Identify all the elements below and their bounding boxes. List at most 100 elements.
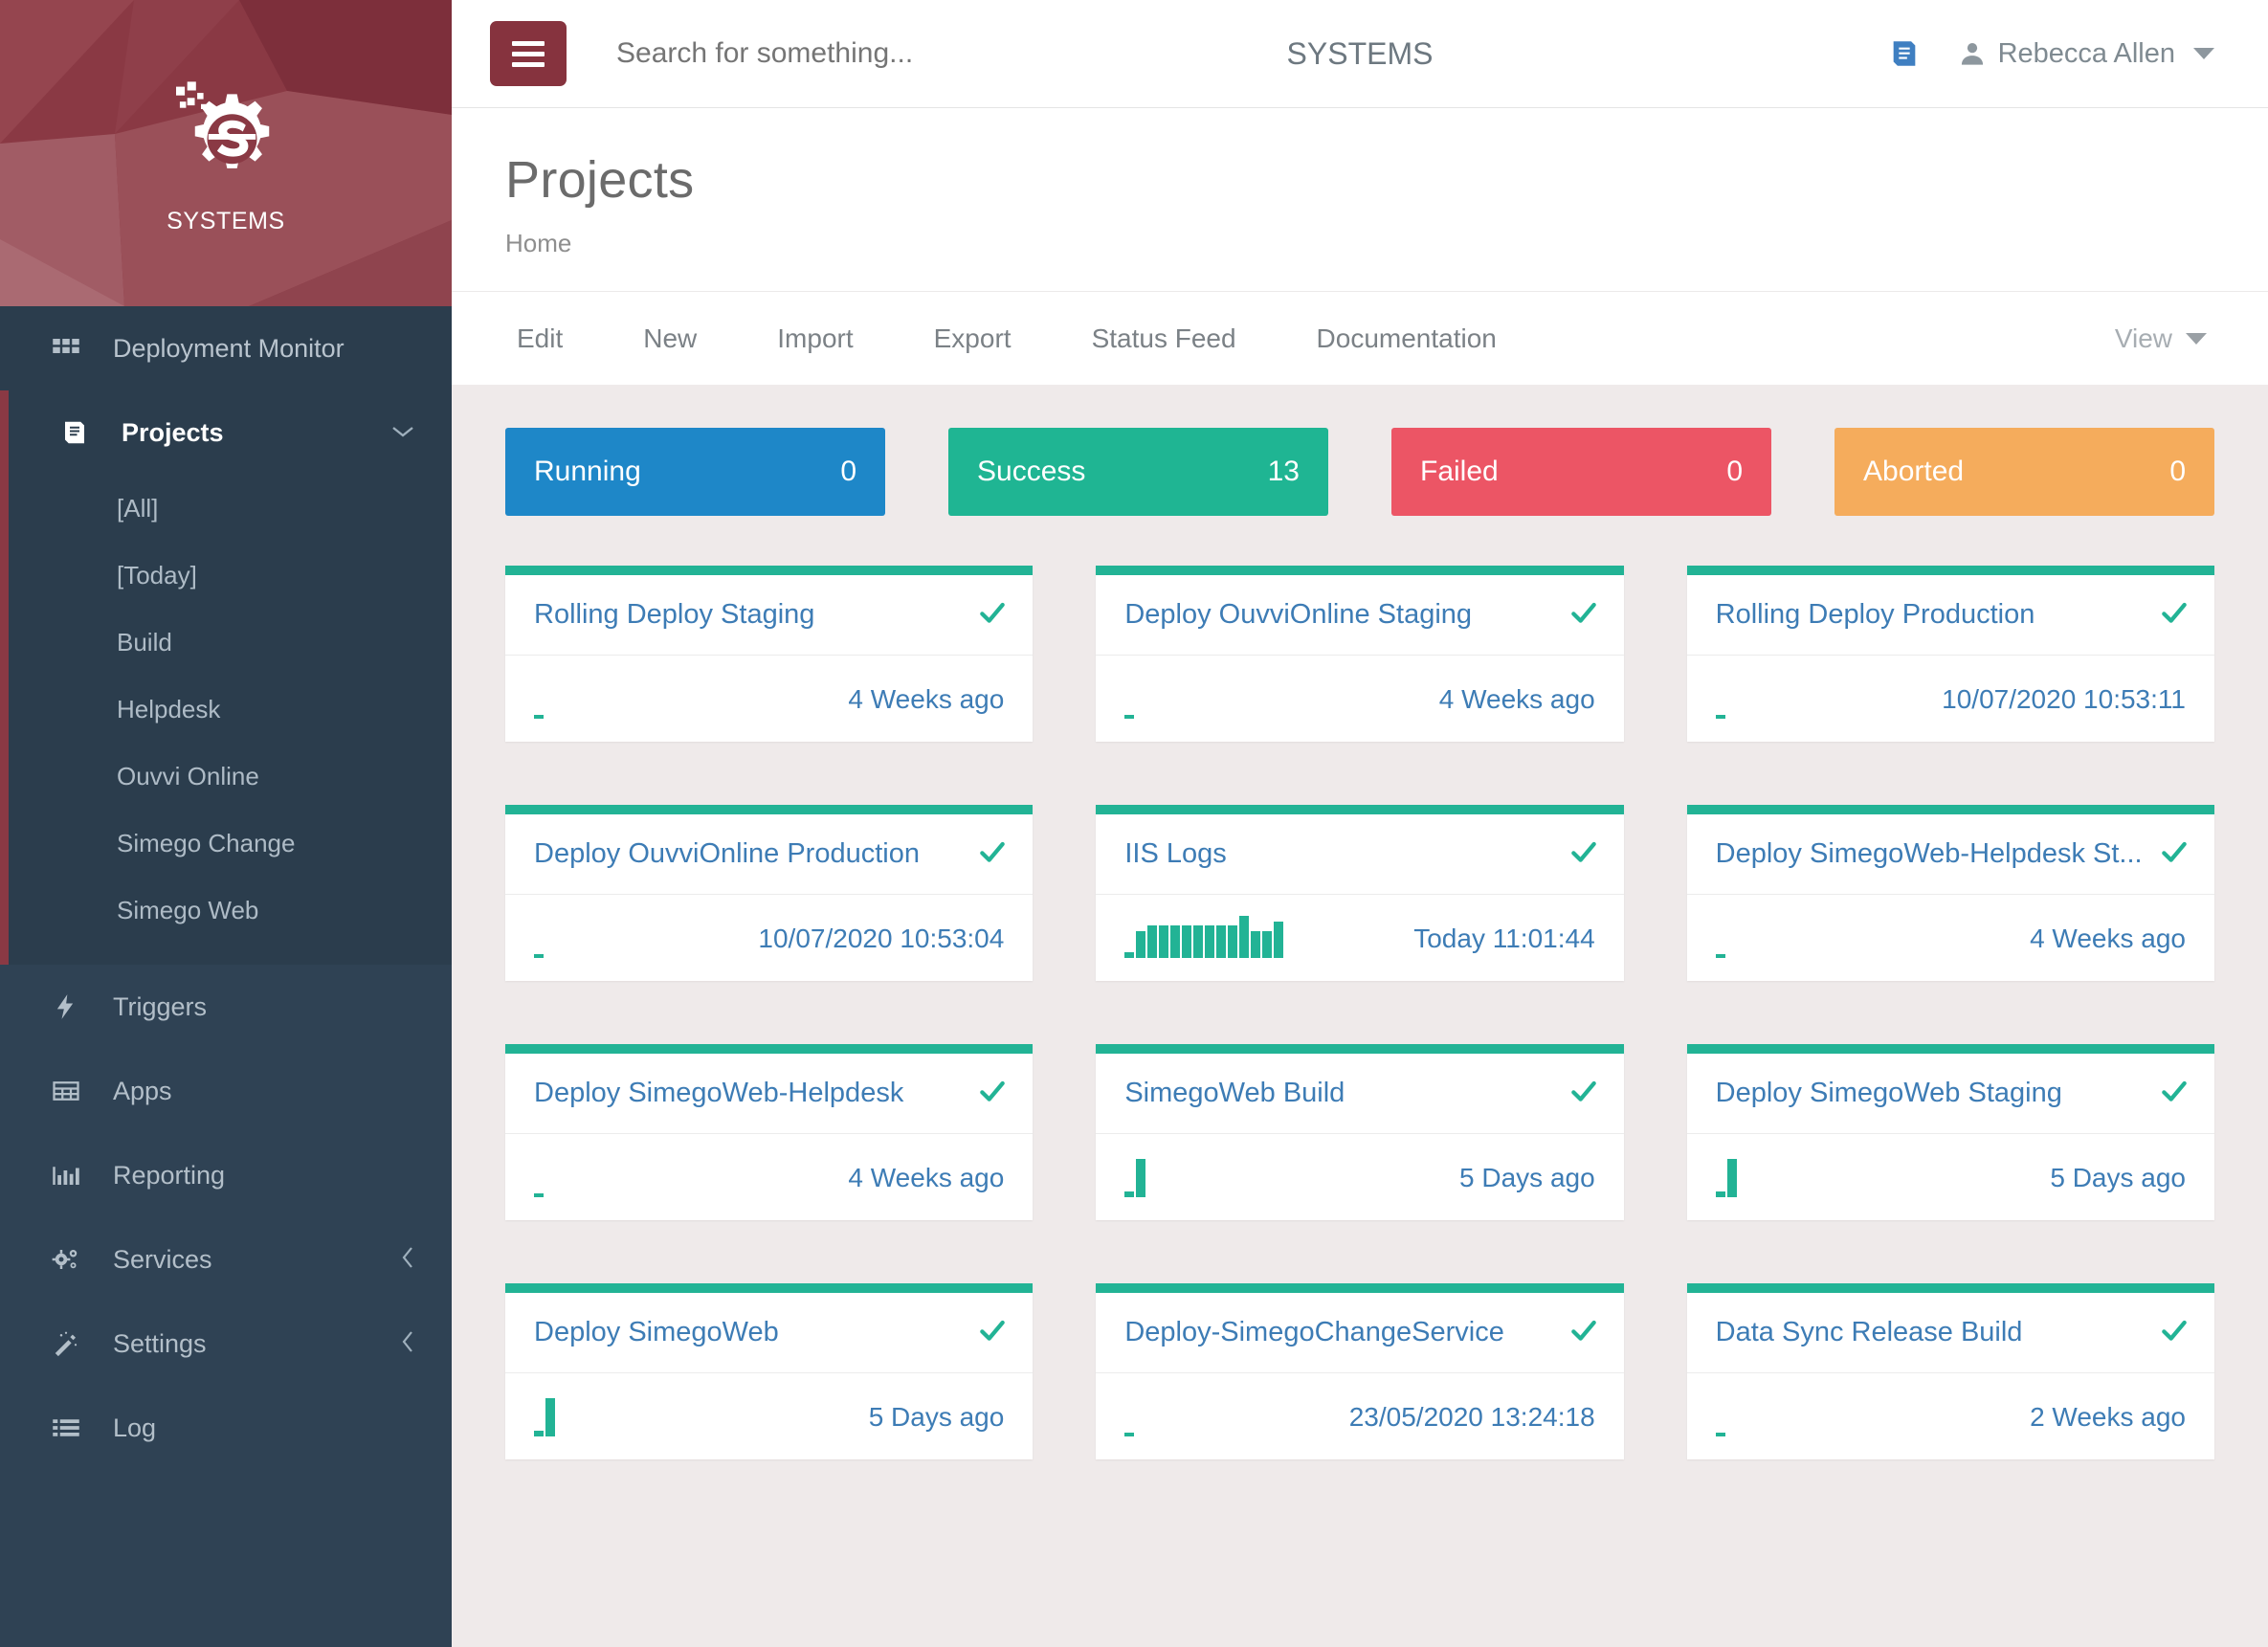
project-card-title[interactable]: Deploy OuvviOnline Staging [1124, 599, 1568, 631]
hamburger-menu-button[interactable] [490, 21, 567, 86]
toolbar-item-export[interactable]: Export [894, 323, 1052, 354]
gears-icon [52, 1245, 94, 1274]
chevron-down-icon[interactable] [390, 422, 415, 443]
sidebar-item-projects[interactable]: Projects [9, 390, 452, 475]
project-card-timestamp: 4 Weeks ago [848, 684, 1005, 714]
project-card-title[interactable]: Data Sync Release Build [1716, 1317, 2159, 1348]
sidebar-subitem-build[interactable]: Build [9, 609, 452, 676]
project-card-timestamp: 10/07/2020 10:53:11 [1942, 684, 2186, 714]
sparkline-chart [1715, 1151, 1737, 1197]
project-card-body: 10/07/2020 10:53:11 [1687, 656, 2214, 742]
check-icon [2159, 836, 2190, 872]
check-icon [977, 1076, 1008, 1111]
view-dropdown-label: View [2114, 323, 2172, 353]
sidebar-item-reporting[interactable]: Reporting [0, 1133, 452, 1217]
chevron-down-icon [2193, 48, 2214, 59]
sidebar-item-triggers[interactable]: Triggers [0, 965, 452, 1049]
check-icon [977, 597, 1008, 633]
sparkline-chart [534, 673, 544, 719]
chevron-left-icon[interactable] [400, 1329, 415, 1358]
sidebar-subitem-simego-web[interactable]: Simego Web [9, 877, 452, 944]
project-card[interactable]: Deploy OuvviOnline Staging 4 Weeks ago [1096, 566, 1624, 742]
project-card-header: IIS Logs [1096, 814, 1624, 895]
status-tiles: Running 0 Success 13 Failed 0 Aborted 0 [505, 428, 2214, 516]
sidebar-item-label: Log [113, 1413, 157, 1442]
sparkline-chart [1124, 1151, 1146, 1197]
project-card-header: Deploy SimegoWeb Staging [1686, 1054, 2214, 1134]
sidebar-subitem-today[interactable]: [Today] [9, 542, 452, 609]
project-card[interactable]: SimegoWeb Build 5 Days ago [1096, 1044, 1624, 1220]
project-card-title[interactable]: Rolling Deploy Staging [534, 599, 977, 631]
toolbar-item-edit[interactable]: Edit [505, 323, 603, 354]
project-card-header: Deploy SimegoWeb-Helpdesk St... [1686, 814, 2214, 895]
sidebar-item-apps[interactable]: Apps [0, 1049, 452, 1133]
chevron-left-icon[interactable] [400, 1245, 415, 1274]
project-card-title[interactable]: Deploy SimegoWeb-Helpdesk St... [1716, 838, 2159, 870]
sidebar-item-log[interactable]: Log [0, 1386, 452, 1470]
project-card-header: Deploy OuvviOnline Production [505, 814, 1034, 895]
project-card-timestamp: 10/07/2020 10:53:04 [758, 924, 1005, 953]
sidebar-item-services[interactable]: Services [0, 1217, 452, 1302]
project-card[interactable]: Deploy SimegoWeb Staging 5 Days ago [1686, 1044, 2214, 1220]
sparkline-chart [534, 1151, 544, 1197]
project-card-title[interactable]: IIS Logs [1124, 838, 1568, 870]
sidebar-subitem-all[interactable]: [All] [9, 475, 452, 542]
sidebar-item-label: Reporting [113, 1160, 226, 1190]
project-card[interactable]: Deploy SimegoWeb-Helpdesk 4 Weeks ago [505, 1044, 1034, 1220]
project-card-title[interactable]: SimegoWeb Build [1124, 1078, 1568, 1109]
project-card-title[interactable]: Deploy-SimegoChangeService [1124, 1317, 1568, 1348]
status-tile-aborted[interactable]: Aborted 0 [1834, 428, 2214, 516]
status-tile-count: 0 [1726, 456, 1743, 487]
check-icon [2159, 597, 2190, 633]
sparkline-chart [1124, 912, 1284, 958]
grid-icon [52, 334, 94, 363]
chevron-down-icon [2186, 332, 2207, 345]
gear-s-logo-icon [176, 80, 270, 168]
status-tile-count: 0 [2169, 456, 2186, 487]
project-card[interactable]: Rolling Deploy Staging 4 Weeks ago [505, 566, 1034, 742]
project-card-title[interactable]: Deploy OuvviOnline Production [534, 838, 977, 870]
status-tile-count: 13 [1267, 456, 1300, 487]
user-menu[interactable]: Rebecca Allen [1959, 38, 2214, 70]
sidebar-item-deployment-monitor[interactable]: Deployment Monitor [0, 306, 452, 390]
sidebar-subitem-ouvvi-online[interactable]: Ouvvi Online [9, 743, 452, 810]
search-input[interactable] [616, 37, 1133, 70]
project-card[interactable]: Deploy SimegoWeb-Helpdesk St... 4 Weeks a… [1686, 805, 2214, 981]
view-dropdown[interactable]: View [2115, 323, 2214, 354]
project-card-body: 23/05/2020 13:24:18 [1096, 1373, 1623, 1459]
sidebar-item-label: Projects [122, 417, 224, 447]
breadcrumb[interactable]: Home [505, 229, 2214, 258]
check-icon [1568, 836, 1599, 872]
project-card[interactable]: Data Sync Release Build 2 Weeks ago [1686, 1283, 2214, 1459]
project-card[interactable]: Deploy SimegoWeb 5 Days ago [505, 1283, 1034, 1459]
page-header: Projects Home [452, 108, 2268, 291]
project-card[interactable]: IIS Logs Today 11:01:44 [1096, 805, 1624, 981]
project-card[interactable]: Deploy-SimegoChangeService 23/05/2020 13:… [1096, 1283, 1624, 1459]
toolbar-item-documentation[interactable]: Documentation [1277, 323, 1537, 354]
project-card-timestamp: Today 11:01:44 [1413, 924, 1595, 953]
sparkline-chart [1715, 673, 1725, 719]
toolbar-item-status-feed[interactable]: Status Feed [1052, 323, 1277, 354]
table-icon [52, 1077, 94, 1105]
sidebar-subitem-helpdesk[interactable]: Helpdesk [9, 676, 452, 743]
status-tile-failed[interactable]: Failed 0 [1391, 428, 1771, 516]
project-card-title[interactable]: Rolling Deploy Production [1716, 599, 2159, 631]
book-icon[interactable] [1888, 37, 1921, 70]
project-card-timestamp: 4 Weeks ago [1438, 684, 1595, 714]
status-tile-label: Aborted [1863, 456, 1965, 487]
project-card-body: 4 Weeks ago [1096, 656, 1623, 742]
project-card[interactable]: Deploy OuvviOnline Production 10/07/2020 … [505, 805, 1034, 981]
sidebar-subitem-label: [Today] [117, 560, 197, 590]
brand-header[interactable]: SYSTEMS [0, 0, 452, 306]
sidebar-item-label: Services [113, 1244, 212, 1274]
project-card[interactable]: Rolling Deploy Production 10/07/2020 10:5… [1686, 566, 2214, 742]
sidebar-subitem-simego-change[interactable]: Simego Change [9, 810, 452, 877]
project-card-title[interactable]: Deploy SimegoWeb [534, 1317, 977, 1348]
project-card-title[interactable]: Deploy SimegoWeb-Helpdesk [534, 1078, 977, 1109]
status-tile-running[interactable]: Running 0 [505, 428, 885, 516]
sidebar-item-settings[interactable]: Settings [0, 1302, 452, 1386]
toolbar-item-new[interactable]: New [603, 323, 737, 354]
toolbar-item-import[interactable]: Import [737, 323, 893, 354]
project-card-title[interactable]: Deploy SimegoWeb Staging [1716, 1078, 2159, 1109]
status-tile-success[interactable]: Success 13 [948, 428, 1328, 516]
